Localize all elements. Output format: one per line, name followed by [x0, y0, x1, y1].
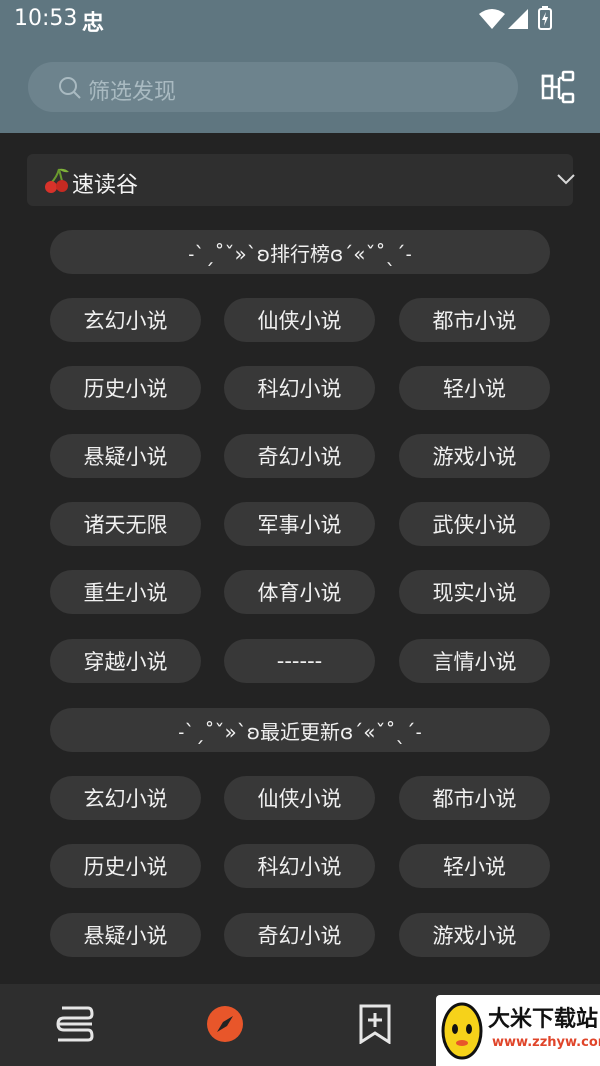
category-pill[interactable]: 仙侠小说 [224, 776, 375, 820]
category-pill[interactable]: 奇幻小说 [224, 434, 375, 478]
cherry-icon [45, 168, 69, 193]
watermark-title: 大米下载站 [488, 1007, 599, 1032]
category-pill[interactable]: 都市小说 [399, 298, 550, 342]
chevron-down-icon[interactable] [555, 171, 577, 187]
category-pill[interactable]: 军事小说 [224, 502, 375, 546]
source-manage-icon[interactable] [541, 70, 577, 104]
category-pill[interactable]: 都市小说 [399, 776, 550, 820]
status-time: 10:53 [14, 6, 78, 31]
search-icon [59, 77, 81, 99]
category-pill[interactable]: 游戏小说 [399, 913, 550, 957]
category-pill[interactable]: 武侠小说 [399, 502, 550, 546]
category-pill[interactable]: 科幻小说 [224, 844, 375, 888]
category-pill[interactable]: 穿越小说 [50, 639, 201, 683]
section-header-ranking[interactable]: ˗ˋˏ˚ˇ»`ʚ排行榜ɞ´«ˇ˚ˎˊ˗ [50, 230, 550, 274]
compass-icon[interactable] [205, 1004, 245, 1044]
bookmark-add-icon[interactable] [357, 1004, 393, 1044]
category-pill[interactable]: 仙侠小说 [224, 298, 375, 342]
wifi-icon [479, 9, 505, 29]
bookshelf-icon[interactable] [54, 1004, 96, 1044]
status-bar: 10:53 忠 [0, 0, 600, 40]
category-pill[interactable]: 重生小说 [50, 570, 201, 614]
watermark-badge: 大米下载站 www.zzhyw.com [436, 995, 600, 1066]
category-pill[interactable]: 体育小说 [224, 570, 375, 614]
watermark-url: www.zzhyw.com [492, 1035, 600, 1050]
category-pill[interactable]: 轻小说 [399, 844, 550, 888]
category-pill[interactable]: 科幻小说 [224, 366, 375, 410]
signal-icon [508, 9, 528, 29]
source-selector[interactable]: 速读谷 [27, 154, 575, 206]
category-pill[interactable]: 诸天无限 [50, 502, 201, 546]
category-pill[interactable]: 游戏小说 [399, 434, 550, 478]
category-pill[interactable]: 奇幻小说 [224, 913, 375, 957]
category-pill[interactable]: 轻小说 [399, 366, 550, 410]
category-pill[interactable]: 玄幻小说 [50, 298, 201, 342]
search-placeholder: 筛选发现 [88, 80, 177, 105]
category-pill[interactable]: 言情小说 [399, 639, 550, 683]
source-name: 速读谷 [72, 173, 139, 198]
category-pill[interactable]: ------ [224, 639, 375, 683]
category-pill[interactable]: 历史小说 [50, 844, 201, 888]
top-bar: 10:53 忠 筛选发现 [0, 0, 600, 133]
category-pill[interactable]: 悬疑小说 [50, 434, 201, 478]
category-pill[interactable]: 现实小说 [399, 570, 550, 614]
search-input[interactable]: 筛选发现 [28, 62, 518, 112]
category-pill[interactable]: 历史小说 [50, 366, 201, 410]
watermark-logo-icon [441, 1002, 483, 1060]
status-app-icon: 忠 [82, 11, 105, 36]
battery-icon [538, 6, 552, 30]
section-header-latest[interactable]: ˗ˋˏ˚ˇ»`ʚ最近更新ɞ´«ˇ˚ˎˊ˗ [50, 708, 550, 752]
category-pill[interactable]: 悬疑小说 [50, 913, 201, 957]
category-pill[interactable]: 玄幻小说 [50, 776, 201, 820]
